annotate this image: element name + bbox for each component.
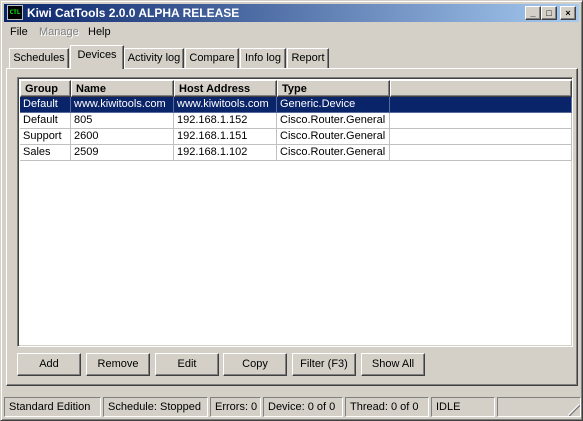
devices-list[interactable]: Group Name Host Address Type Default www… — [17, 77, 573, 347]
minimize-button[interactable]: _ — [525, 6, 541, 20]
cell-type: Cisco.Router.General — [277, 129, 390, 145]
cell-group: Default — [20, 113, 71, 129]
cell-extra — [390, 145, 572, 161]
table-row[interactable]: Default www.kiwitools.com www.kiwitools.… — [20, 97, 572, 113]
cell-extra — [390, 113, 572, 129]
window-title: Kiwi CatTools 2.0.0 ALPHA RELEASE — [27, 6, 240, 20]
cattools-app-icon[interactable]: CTL — [7, 5, 23, 20]
status-errors: Errors: 0 — [210, 397, 261, 417]
tab-activity-log[interactable]: Activity log — [124, 48, 184, 68]
column-header-extra[interactable] — [390, 80, 572, 97]
filter-button[interactable]: Filter (F3) — [292, 353, 356, 376]
cell-type: Cisco.Router.General — [277, 113, 390, 129]
table-row[interactable]: Support 2600 192.168.1.151 Cisco.Router.… — [20, 129, 572, 145]
cell-name: 805 — [71, 113, 174, 129]
menu-help[interactable]: Help — [88, 26, 111, 38]
resize-grip-icon[interactable] — [568, 404, 580, 416]
cell-extra — [390, 97, 572, 113]
column-header-type[interactable]: Type — [277, 80, 390, 97]
tab-strip: Schedules Devices Activity log Compare I… — [1, 45, 583, 69]
add-button[interactable]: Add — [17, 353, 81, 376]
menu-manage: Manage — [39, 26, 79, 38]
cell-group: Support — [20, 129, 71, 145]
menu-bar: File Manage Help — [4, 23, 579, 42]
cell-host-address: 192.168.1.102 — [174, 145, 277, 161]
status-device: Device: 0 of 0 — [263, 397, 343, 417]
show-all-button[interactable]: Show All — [361, 353, 425, 376]
tab-compare[interactable]: Compare — [185, 48, 239, 68]
app-window: CTL Kiwi CatTools 2.0.0 ALPHA RELEASE _ … — [0, 0, 583, 421]
column-header-name[interactable]: Name — [71, 80, 174, 97]
status-thread: Thread: 0 of 0 — [345, 397, 429, 417]
maximize-button[interactable]: □ — [541, 6, 557, 20]
tab-devices[interactable]: Devices — [70, 45, 124, 69]
cell-name: 2509 — [71, 145, 174, 161]
devices-panel: Group Name Host Address Type Default www… — [6, 68, 578, 386]
status-schedule: Schedule: Stopped — [103, 397, 208, 417]
cell-name: 2600 — [71, 129, 174, 145]
table-row[interactable]: Sales 2509 192.168.1.102 Cisco.Router.Ge… — [20, 145, 572, 161]
tab-report[interactable]: Report — [287, 48, 329, 68]
cell-host-address: www.kiwitools.com — [174, 97, 277, 113]
table-row[interactable]: Default 805 192.168.1.152 Cisco.Router.G… — [20, 113, 572, 129]
column-header-group[interactable]: Group — [20, 80, 71, 97]
title-bar[interactable]: CTL Kiwi CatTools 2.0.0 ALPHA RELEASE _ … — [4, 4, 579, 22]
menu-file[interactable]: File — [10, 26, 28, 38]
status-state: IDLE — [431, 397, 495, 417]
cell-group: Default — [20, 97, 71, 113]
cell-name: www.kiwitools.com — [71, 97, 174, 113]
tab-info-log[interactable]: Info log — [240, 48, 286, 68]
cell-type: Cisco.Router.General — [277, 145, 390, 161]
edit-button[interactable]: Edit — [155, 353, 219, 376]
status-bar: Standard Edition Schedule: Stopped Error… — [4, 396, 581, 417]
remove-button[interactable]: Remove — [86, 353, 150, 376]
copy-button[interactable]: Copy — [223, 353, 287, 376]
status-edition: Standard Edition — [4, 397, 101, 417]
cell-host-address: 192.168.1.151 — [174, 129, 277, 145]
close-button[interactable]: × — [560, 6, 576, 20]
cell-extra — [390, 129, 572, 145]
tab-schedules[interactable]: Schedules — [9, 48, 69, 68]
list-header: Group Name Host Address Type — [20, 80, 572, 97]
cell-group: Sales — [20, 145, 71, 161]
cell-host-address: 192.168.1.152 — [174, 113, 277, 129]
column-header-host-address[interactable]: Host Address — [174, 80, 277, 97]
cell-type: Generic.Device — [277, 97, 390, 113]
